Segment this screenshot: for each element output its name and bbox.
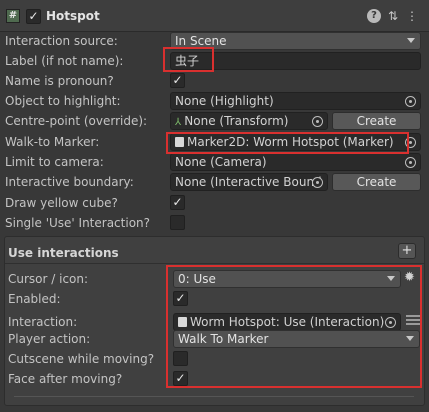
centre-point-create-button[interactable]: Create: [332, 112, 421, 130]
centre-point-label: Centre-point (override):: [5, 114, 148, 128]
highlight-box-label: [163, 47, 214, 72]
component-header[interactable]: # ✓ Hotspot ? ⇅ ⋮: [0, 0, 429, 32]
panel-bottom-divider: [14, 396, 414, 397]
interactive-boundary-field[interactable]: None (Interactive Bound: [170, 173, 328, 191]
label-field-label: Label (if not name):: [5, 54, 124, 68]
single-use-checkbox[interactable]: [170, 215, 185, 230]
interaction-source-label: Interaction source:: [5, 34, 118, 48]
component-title: Hotspot: [46, 9, 100, 23]
object-picker-icon[interactable]: [312, 116, 323, 127]
transform-icon: ⅄: [175, 117, 185, 128]
single-use-label: Single 'Use' Interaction?: [5, 216, 151, 230]
limit-to-camera-label: Limit to camera:: [5, 155, 104, 169]
enabled-label: Enabled:: [8, 292, 61, 306]
script-icon: #: [6, 9, 20, 23]
object-to-highlight-row: Object to highlight: None (Highlight): [0, 91, 429, 111]
draw-yellow-cube-checkbox[interactable]: ✓: [170, 195, 185, 210]
object-picker-icon[interactable]: [405, 96, 416, 107]
single-use-row: Single 'Use' Interaction?: [0, 213, 429, 233]
cursor-label: Cursor / icon:: [8, 272, 89, 286]
draw-yellow-cube-row: Draw yellow cube? ✓: [0, 193, 429, 213]
object-picker-icon[interactable]: [405, 157, 416, 168]
interaction-source-value: In Scene: [175, 34, 227, 48]
cutscene-while-moving-label: Cutscene while moving?: [8, 352, 155, 366]
name-is-pronoun-checkbox[interactable]: ✓: [170, 73, 185, 88]
name-is-pronoun-label: Name is pronoun?: [5, 74, 114, 88]
panel-divider: [5, 263, 424, 264]
object-picker-icon[interactable]: [312, 177, 323, 188]
context-menu-icon[interactable]: ⋮: [405, 9, 419, 23]
help-icon[interactable]: ?: [367, 9, 381, 23]
interactive-boundary-label: Interactive boundary:: [5, 175, 134, 189]
object-to-highlight-field[interactable]: None (Highlight): [170, 92, 421, 110]
interaction-source-row: Interaction source: In Scene: [0, 31, 429, 51]
component-enabled-checkbox[interactable]: ✓: [26, 9, 41, 24]
centre-point-value: None (Transform): [184, 114, 289, 128]
use-interactions-title: Use interactions: [8, 246, 119, 260]
centre-point-row: Centre-point (override): ⅄ None (Transfo…: [0, 111, 429, 131]
interactive-boundary-create-button[interactable]: Create: [332, 173, 421, 191]
name-is-pronoun-row: Name is pronoun? ✓: [0, 71, 429, 91]
highlight-box-use-interaction: [166, 265, 422, 388]
chevron-down-icon: [407, 38, 415, 43]
interactive-boundary-row: Interactive boundary: None (Interactive …: [0, 172, 429, 192]
walk-to-marker-label: Walk-to Marker:: [5, 135, 100, 149]
draw-yellow-cube-label: Draw yellow cube?: [5, 196, 118, 210]
object-to-highlight-value: None (Highlight): [175, 94, 274, 108]
add-interaction-button[interactable]: +: [398, 243, 416, 259]
object-to-highlight-label: Object to highlight:: [5, 94, 121, 108]
limit-to-camera-field[interactable]: None (Camera): [170, 153, 421, 171]
limit-to-camera-value: None (Camera): [175, 155, 267, 169]
face-after-moving-label: Face after moving?: [8, 372, 123, 386]
highlight-box-walk-to-marker: [166, 132, 409, 154]
interactive-boundary-value: None (Interactive Bound: [175, 175, 322, 189]
interaction-label: Interaction:: [8, 315, 78, 329]
centre-point-field[interactable]: ⅄ None (Transform): [170, 112, 328, 130]
presets-icon[interactable]: ⇅: [386, 9, 400, 23]
label-row: Label (if not name): 虫子: [0, 51, 429, 71]
limit-to-camera-row: Limit to camera: None (Camera): [0, 152, 429, 172]
player-action-label: Player action:: [8, 332, 91, 346]
